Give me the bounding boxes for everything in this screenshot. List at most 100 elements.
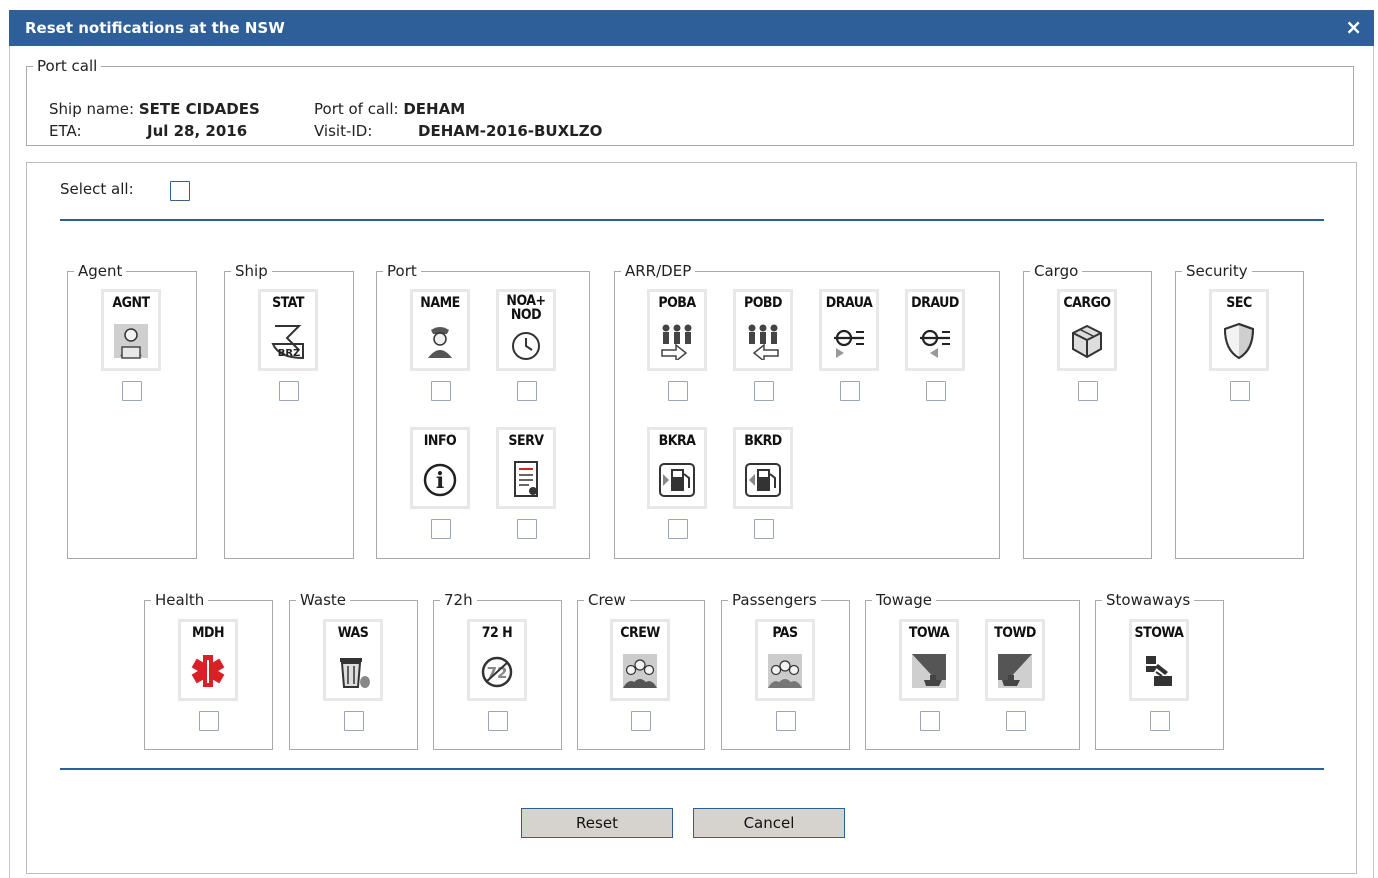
- reset-button[interactable]: Reset: [521, 808, 673, 838]
- tile-bkrd[interactable]: BKRD: [733, 427, 793, 509]
- checkbox-crew[interactable]: [631, 711, 651, 731]
- stowaway-icon: [1146, 656, 1172, 686]
- tile-bkra[interactable]: BKRA: [647, 427, 707, 509]
- tile-72h[interactable]: 72 H 72: [467, 619, 527, 701]
- towage-departure-icon: [998, 654, 1032, 688]
- tile-pobd[interactable]: POBD: [733, 289, 793, 371]
- group-arr-dep-legend: ARR/DEP: [625, 262, 692, 280]
- tile-bkra-label: BKRA: [658, 433, 696, 449]
- tile-sec-label: SEC: [1226, 295, 1252, 311]
- tile-pas[interactable]: PAS: [755, 619, 815, 701]
- tile-crew[interactable]: CREW: [610, 619, 670, 701]
- tile-noa-nod[interactable]: NOA+ NOD: [496, 289, 556, 371]
- trash-bin-icon: [340, 658, 370, 688]
- checkbox-towa[interactable]: [920, 711, 940, 731]
- cancel-button[interactable]: Cancel: [693, 808, 845, 838]
- bunkers-arrival-icon: [659, 463, 695, 497]
- tile-info[interactable]: INFO i: [410, 427, 470, 509]
- tile-crew-label: CREW: [620, 625, 660, 641]
- checkbox-draua[interactable]: [840, 381, 860, 401]
- persons-arrival-icon: [661, 324, 692, 360]
- group-port-legend: Port: [387, 262, 417, 280]
- tile-poba[interactable]: POBA: [647, 289, 707, 371]
- cargo-box-icon: [1072, 324, 1102, 359]
- group-towage: Towage: [865, 592, 1080, 750]
- checkbox-cargo[interactable]: [1078, 381, 1098, 401]
- tile-stowa[interactable]: STOWA: [1129, 619, 1189, 701]
- tile-draua[interactable]: DRAUA: [819, 289, 879, 371]
- eta-value: Jul 28, 2016: [147, 122, 248, 140]
- checkbox-stowa[interactable]: [1150, 711, 1170, 731]
- tile-72h-label: 72 H: [481, 625, 513, 641]
- passengers-icon: [768, 654, 802, 688]
- crew-icon: [623, 654, 657, 688]
- tile-agnt[interactable]: AGNT: [101, 289, 161, 371]
- checkbox-sec[interactable]: [1230, 381, 1250, 401]
- tile-towa-label: TOWA: [908, 625, 950, 641]
- draught-departure-icon: [920, 329, 950, 358]
- dialog-body: Port call Ship name: SETE CIDADES ETA: J…: [9, 46, 1374, 878]
- group-towage-legend: Towage: [876, 591, 933, 609]
- tile-name[interactable]: NAME: [410, 289, 470, 371]
- checkbox-name[interactable]: [431, 381, 451, 401]
- tile-draud[interactable]: DRAUD: [905, 289, 965, 371]
- towage-arrival-icon: [912, 654, 946, 688]
- tile-towa[interactable]: TOWA: [899, 619, 959, 701]
- tile-mdh[interactable]: MDH: [178, 619, 238, 701]
- checkbox-noa-nod[interactable]: [517, 381, 537, 401]
- dialog-title: Reset notifications at the NSW: [25, 19, 285, 37]
- checkbox-draud[interactable]: [926, 381, 946, 401]
- info-icon: i: [423, 463, 457, 497]
- checkbox-bkra[interactable]: [668, 519, 688, 539]
- checkbox-info[interactable]: [431, 519, 451, 539]
- tile-serv[interactable]: SERV: [496, 427, 556, 509]
- brz-text: BRZ: [278, 348, 301, 359]
- ship-name-label: Ship name:: [49, 100, 135, 118]
- dialog-title-bar: Reset notifications at the NSW ×: [9, 10, 1374, 46]
- checkbox-towd[interactable]: [1006, 711, 1026, 731]
- checkbox-poba[interactable]: [668, 381, 688, 401]
- visit-id-value: DEHAM-2016-BUXLZO: [418, 122, 603, 140]
- port-call-legend: Port call: [37, 57, 98, 75]
- tile-towd[interactable]: TOWD: [985, 619, 1045, 701]
- divider-bottom: [60, 768, 1324, 770]
- tile-name-label: NAME: [420, 295, 460, 311]
- tile-pas-label: PAS: [772, 625, 798, 641]
- group-cargo-legend: Cargo: [1034, 262, 1079, 280]
- tile-draud-label: DRAUD: [911, 295, 959, 311]
- tile-towd-label: TOWD: [994, 625, 1036, 641]
- tile-stat[interactable]: STAT BRZ: [258, 289, 318, 371]
- checkbox-mdh[interactable]: [199, 711, 219, 731]
- tile-bkrd-label: BKRD: [744, 433, 782, 449]
- medical-star-icon: [191, 655, 225, 687]
- close-icon[interactable]: ×: [1345, 10, 1362, 46]
- checkbox-bkrd[interactable]: [754, 519, 774, 539]
- tile-sec[interactable]: SEC: [1209, 289, 1269, 371]
- port-of-call-label: Port of call:: [314, 100, 399, 118]
- tile-cargo[interactable]: CARGO: [1057, 289, 1117, 371]
- tile-info-label: INFO: [423, 433, 457, 449]
- info-i-text: i: [436, 468, 444, 494]
- eta-label: ETA:: [49, 122, 82, 140]
- tile-stowa-label: STOWA: [1134, 625, 1184, 641]
- port-of-call-value: DEHAM: [403, 100, 466, 118]
- tile-poba-label: POBA: [658, 295, 696, 311]
- draught-arrival-icon: [834, 329, 864, 358]
- divider-top: [60, 219, 1324, 221]
- select-all-checkbox[interactable]: [170, 181, 190, 201]
- checkbox-was[interactable]: [344, 711, 364, 731]
- checkbox-pobd[interactable]: [754, 381, 774, 401]
- ship-status-icon: BRZ: [271, 325, 304, 360]
- checkbox-serv[interactable]: [517, 519, 537, 539]
- tile-stat-label: STAT: [272, 295, 304, 311]
- tile-pobd-label: POBD: [744, 295, 783, 311]
- service-invoice-icon: [514, 461, 538, 497]
- group-health-legend: Health: [155, 591, 205, 609]
- port-call-section: Port call Ship name: SETE CIDADES ETA: J…: [26, 58, 1354, 146]
- checkbox-agnt[interactable]: [122, 381, 142, 401]
- checkbox-72h[interactable]: [488, 711, 508, 731]
- checkbox-stat[interactable]: [279, 381, 299, 401]
- tile-mdh-label: MDH: [191, 625, 225, 641]
- tile-was[interactable]: WAS: [323, 619, 383, 701]
- checkbox-pas[interactable]: [776, 711, 796, 731]
